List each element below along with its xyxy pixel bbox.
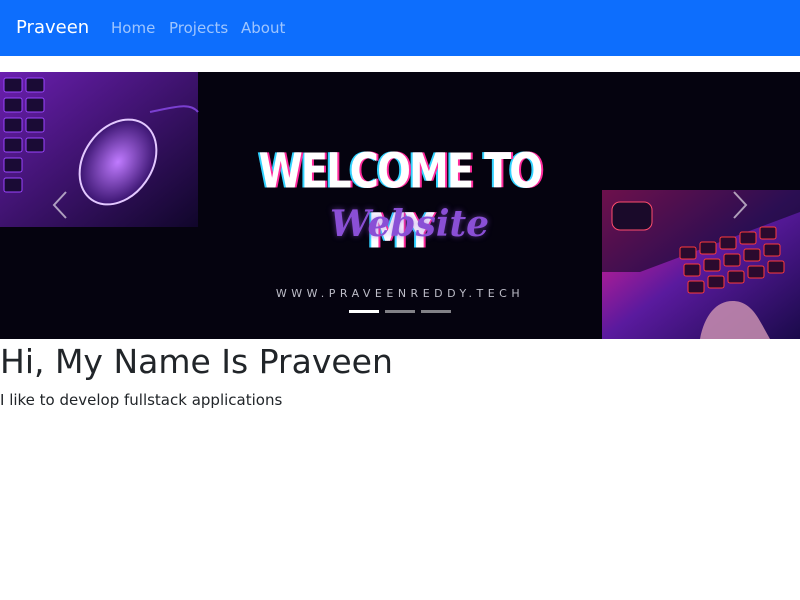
page-heading: Hi, My Name Is Praveen — [0, 342, 393, 381]
carousel-indicators — [348, 310, 452, 316]
chevron-right-icon — [733, 191, 748, 219]
carousel-indicator-1[interactable] — [349, 310, 379, 313]
carousel-indicator-2[interactable] — [385, 310, 415, 313]
hero-carousel: WELCOME TO MY Website WWW.PRAVEENREDDY.T… — [0, 72, 800, 339]
carousel-prev-button[interactable] — [0, 72, 120, 339]
carousel-indicator-3[interactable] — [421, 310, 451, 313]
navbar: Praveen Home Projects About — [0, 0, 800, 56]
page-tagline: I like to develop fullstack applications — [0, 391, 283, 409]
nav-link-about[interactable]: About — [241, 19, 285, 38]
chevron-left-icon — [52, 191, 67, 219]
carousel-next-button[interactable] — [680, 72, 800, 339]
navbar-brand[interactable]: Praveen — [16, 17, 89, 39]
nav-link-home[interactable]: Home — [111, 19, 155, 38]
nav-link-projects[interactable]: Projects — [169, 19, 228, 38]
